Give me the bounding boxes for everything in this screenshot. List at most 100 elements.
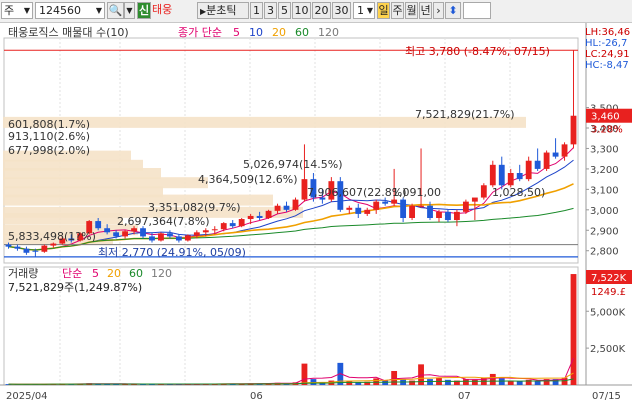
candle-body — [373, 201, 380, 210]
search-icon: 🔍 — [108, 4, 123, 17]
volume-ma-label: 단순 — [62, 267, 82, 280]
blank-field[interactable] — [463, 2, 491, 19]
price-tick-label: 3,200 — [590, 165, 619, 176]
search-button[interactable]: 🔍 — [107, 2, 124, 19]
candle-body — [14, 246, 21, 249]
volume-profile-label: 4,364,509(12.6%) — [198, 173, 298, 186]
candle-body — [525, 160, 532, 180]
candle-body — [104, 228, 111, 233]
current-price-value: 3,460 — [591, 112, 620, 123]
high-note: 최고 3,780 (-8.47%, 07/15) — [405, 45, 550, 58]
candle-body — [552, 152, 559, 157]
candle-body — [489, 164, 496, 186]
volume-bar — [471, 379, 478, 385]
period-type-button[interactable]: ▶분초틱 — [197, 2, 249, 19]
candle-body — [534, 160, 541, 169]
volume-panel-title: 거래량 — [8, 267, 38, 280]
volume-bar — [462, 379, 469, 385]
candle-body — [364, 209, 371, 214]
volume-bar — [373, 378, 380, 385]
period-btn-5[interactable]: 5 — [278, 2, 291, 19]
overlay-hl: HL:-26,7 — [585, 38, 627, 49]
candle-body — [122, 231, 128, 237]
volume-profile-label: 3,351,082(9.7%) — [148, 201, 241, 214]
candle-body — [256, 215, 263, 218]
volume-profile-label: 2,697,364(7.8%) — [117, 215, 210, 228]
price-tick-label: 3,300 — [590, 144, 619, 155]
stock-code-value: 124560 — [39, 4, 81, 17]
unit-btn-week[interactable]: 주 — [391, 2, 404, 19]
candle-body — [247, 215, 254, 220]
volume-ma-period: 120 — [151, 267, 172, 280]
chart-area[interactable]: 태웅로직스 매물대 수(10) 종가 단순 5 10 20 60 120 최고 3,780 (… — [0, 23, 632, 404]
candle-body — [436, 211, 442, 218]
period-btn-10[interactable]: 10 — [292, 2, 311, 19]
new-stock-button[interactable]: 신 — [137, 2, 151, 19]
candle-body — [95, 221, 102, 229]
candle-body — [131, 228, 137, 232]
current-volume-value: 7,522K — [591, 273, 627, 284]
scroll-updown-button[interactable]: ⬍ — [445, 2, 461, 19]
candle-body — [274, 205, 281, 211]
period-btn-1[interactable]: 1 — [250, 2, 263, 19]
last-volume-label: 7,521,829주(1,249.87%) — [8, 281, 142, 294]
chevron-down-icon: ▼ — [95, 6, 102, 15]
candle-body — [229, 223, 236, 227]
unit-btn-year[interactable]: 년 — [419, 2, 432, 19]
period-type-label: 분초틱 — [206, 4, 237, 17]
volume-profile-label: 5,026,974(14.5%) — [243, 158, 343, 171]
stock-code-input[interactable]: 124560 ▼ — [35, 2, 105, 19]
volume-ma-period: 20 — [107, 267, 121, 280]
volume-bar — [301, 363, 308, 385]
candle-body — [158, 233, 164, 241]
dropdown-button[interactable]: ▼ — [124, 2, 135, 19]
current-price-pct: 3.28% — [591, 125, 623, 136]
candle-body — [355, 207, 362, 214]
candle-body — [149, 236, 155, 241]
volume-profile-label: 1,091,00 — [392, 186, 441, 199]
volume-bar — [409, 380, 415, 385]
price-ma-period: 10 — [249, 26, 263, 39]
interval-input[interactable]: 1 ▼ — [353, 2, 375, 19]
candle-body — [175, 236, 182, 241]
candle-body — [382, 201, 389, 204]
candle-body — [454, 211, 460, 221]
unit-btn-month[interactable]: 월 — [405, 2, 418, 19]
candle-body — [283, 205, 290, 210]
period-btn-3[interactable]: 3 — [264, 2, 277, 19]
volume-profile-label: 677,998(2.0%) — [8, 144, 90, 157]
period-btn-20[interactable]: 20 — [312, 2, 331, 19]
candle-body — [220, 223, 227, 230]
market-select[interactable]: 주 ▼ — [1, 2, 33, 19]
interval-value: 1 — [357, 4, 364, 17]
x-axis-label: 2025/04 — [6, 391, 48, 402]
price-panel-title: 태웅로직스 매물대 수(10) — [8, 26, 129, 39]
candle-body — [292, 199, 299, 210]
candle-body — [409, 205, 415, 218]
updown-arrow-icon: ⬍ — [448, 4, 458, 17]
candle-body — [471, 197, 478, 202]
candle-body — [391, 199, 398, 204]
candle-body — [507, 173, 514, 186]
candle-body — [202, 230, 209, 233]
candle-body — [498, 164, 505, 186]
candle-body — [140, 228, 146, 237]
price-ma-period: 5 — [233, 26, 240, 39]
chart-toolbar: 주 ▼ 124560 ▼ 🔍 ▼ 신 태웅 ▶분초틱 1 3 5 10 20 30 … — [0, 0, 632, 23]
next-button[interactable]: › — [433, 2, 444, 19]
unit-btn-day[interactable]: 일 — [377, 2, 390, 19]
candle-body — [427, 205, 433, 218]
candle-body — [561, 144, 568, 157]
volume-profile-label: 7,521,829(21.7%) — [415, 108, 515, 121]
chevron-down-icon: ▼ — [366, 6, 373, 15]
candle-body — [211, 229, 218, 231]
candle-body — [462, 201, 469, 212]
volume-profile-label: 1,028,50) — [492, 186, 545, 199]
price-tick-label: 2,900 — [590, 226, 619, 237]
x-axis-label: 07 — [458, 391, 471, 402]
price-tick-label: 2,800 — [590, 247, 619, 258]
price-ma-period: 120 — [318, 26, 339, 39]
candle-body — [480, 185, 487, 198]
candle-body — [113, 232, 120, 237]
period-btn-30[interactable]: 30 — [332, 2, 351, 19]
